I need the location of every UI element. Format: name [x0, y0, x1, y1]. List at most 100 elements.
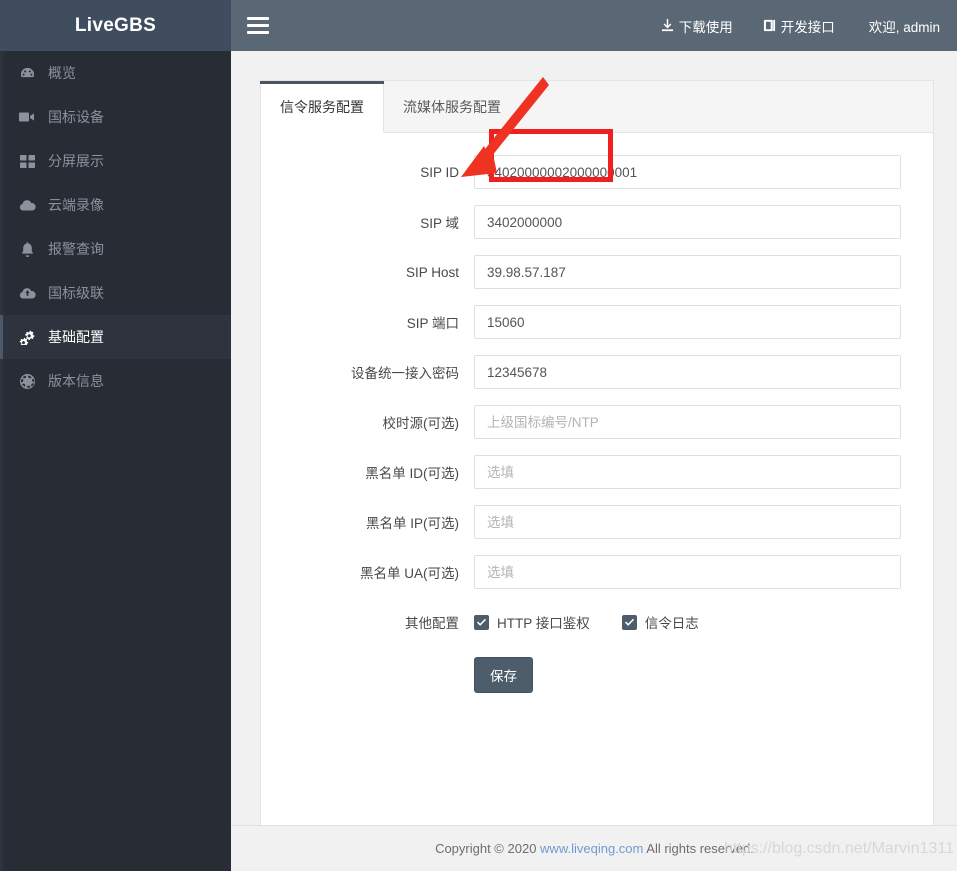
field-label: 黑名单 IP(可选): [366, 516, 459, 531]
field-wrap: [474, 455, 933, 489]
blacklist-id-input[interactable]: [474, 455, 901, 489]
form-row-blacklist-id: 黑名单 ID(可选): [261, 455, 933, 489]
field-wrap: [474, 355, 933, 389]
checkbox-signaling-log[interactable]: 信令日志: [621, 612, 699, 632]
sip-id-input[interactable]: [474, 155, 901, 189]
sidebar-item-label: 分屏展示: [48, 153, 104, 169]
tab-label: 信令服务配置: [280, 98, 364, 115]
sidebar-item-alarm-query[interactable]: 报警查询: [0, 227, 231, 271]
app-root: LiveGBS 概览 国标设备 分屏展示 云端录像 报警查询 国标级联 基础配置…: [0, 0, 957, 871]
field-wrap: [474, 505, 933, 539]
field-label: 设备统一接入密码: [351, 366, 459, 381]
download-icon: [661, 19, 674, 32]
checkbox-group: HTTP 接口鉴权 信令日志: [474, 605, 901, 639]
settings-card: 信令服务配置 流媒体服务配置 SIP ID SIP 域: [260, 80, 934, 825]
checkbox-label: 信令日志: [644, 616, 699, 631]
field-wrap: [474, 305, 933, 339]
blacklist-ip-input[interactable]: [474, 505, 901, 539]
cogs-icon: [16, 329, 38, 345]
brand-logo[interactable]: LiveGBS: [0, 0, 231, 51]
api-docs-link[interactable]: 开发接口: [763, 16, 835, 36]
device-password-input[interactable]: [474, 355, 901, 389]
book-icon: [763, 19, 776, 32]
save-button[interactable]: 保存: [474, 657, 533, 693]
copyright-text: Copyright © 2020 www.liveqing.com All ri…: [435, 841, 754, 856]
form-row-sip-id: SIP ID: [261, 155, 933, 189]
grid-icon: [16, 153, 38, 169]
checkbox-http-auth[interactable]: HTTP 接口鉴权: [474, 612, 590, 632]
field-wrap: [474, 205, 933, 239]
cloud-icon: [16, 197, 38, 213]
form-row-sip-port: SIP 端口: [261, 305, 933, 339]
download-link[interactable]: 下载使用: [661, 16, 733, 36]
field-wrap: [474, 255, 933, 289]
sip-domain-input[interactable]: [474, 205, 901, 239]
tab-signaling-config[interactable]: 信令服务配置: [260, 81, 384, 133]
field-label: SIP Host: [405, 264, 459, 280]
api-docs-link-label: 开发接口: [780, 19, 835, 35]
sidebar-nav: 概览 国标设备 分屏展示 云端录像 报警查询 国标级联 基础配置 版本信息: [0, 51, 231, 403]
tab-media-config[interactable]: 流媒体服务配置: [384, 81, 520, 132]
field-wrap: [474, 555, 933, 589]
sidebar: LiveGBS 概览 国标设备 分屏展示 云端录像 报警查询 国标级联 基础配置…: [0, 0, 231, 871]
form-row-sip-domain: SIP 域: [261, 205, 933, 239]
user-greeting[interactable]: 欢迎, admin: [869, 16, 940, 36]
sidebar-item-overview[interactable]: 概览: [0, 51, 231, 95]
field-label: SIP 端口: [406, 316, 459, 331]
sidebar-item-gb-devices[interactable]: 国标设备: [0, 95, 231, 139]
copyright-suffix: All rights reserved.: [643, 841, 754, 856]
form-row-blacklist-ip: 黑名单 IP(可选): [261, 505, 933, 539]
footer: Copyright © 2020 www.liveqing.com All ri…: [231, 825, 957, 871]
sip-port-input[interactable]: [474, 305, 901, 339]
form-row-device-password: 设备统一接入密码: [261, 355, 933, 389]
sidebar-item-label: 版本信息: [48, 373, 104, 389]
topbar: 下载使用 开发接口 欢迎, admin: [231, 0, 957, 51]
sidebar-item-split-view[interactable]: 分屏展示: [0, 139, 231, 183]
field-wrap: [474, 405, 933, 439]
sidebar-item-label: 基础配置: [48, 329, 104, 345]
copyright-prefix: Copyright © 2020: [435, 841, 541, 856]
cloud-upload-icon: [16, 285, 38, 301]
check-icon: [621, 614, 637, 630]
field-wrap: [474, 155, 933, 189]
check-icon: [474, 614, 489, 630]
field-label: SIP ID: [420, 164, 459, 180]
form-row-blacklist-ua: 黑名单 UA(可选): [261, 555, 933, 589]
sidebar-item-basic-config[interactable]: 基础配置: [0, 315, 231, 359]
sidebar-item-cloud-record[interactable]: 云端录像: [0, 183, 231, 227]
liveqing-link[interactable]: www.liveqing.com: [540, 841, 643, 856]
blacklist-ua-input[interactable]: [474, 555, 901, 589]
sip-host-input[interactable]: [474, 255, 901, 289]
watermark-text: https://blog.csdn.net/Marvin1311: [723, 839, 954, 857]
hamburger-icon[interactable]: [247, 17, 269, 34]
field-label: SIP 域: [420, 216, 459, 231]
form-row-sip-host: SIP Host: [261, 255, 933, 289]
sidebar-item-label: 概览: [48, 65, 76, 81]
form-row-time-source: 校时源(可选): [261, 405, 933, 439]
sidebar-item-label: 国标级联: [48, 285, 104, 301]
bell-icon: [16, 241, 38, 257]
checkbox-label: HTTP 接口鉴权: [497, 616, 590, 631]
video-camera-icon: [16, 109, 38, 125]
field-label: 校时源(可选): [382, 416, 460, 431]
sidebar-item-label: 报警查询: [48, 241, 104, 257]
globe-icon: [16, 373, 38, 389]
sidebar-item-version-info[interactable]: 版本信息: [0, 359, 231, 403]
sidebar-item-gb-cascade[interactable]: 国标级联: [0, 271, 231, 315]
tab-bar: 信令服务配置 流媒体服务配置: [260, 81, 933, 133]
form-row-actions: 保存: [261, 655, 933, 693]
brand-logo-text: LiveGBS: [74, 14, 157, 36]
field-label: 黑名单 UA(可选): [360, 566, 459, 581]
field-wrap: HTTP 接口鉴权 信令日志: [474, 605, 933, 639]
main-area: 下载使用 开发接口 欢迎, admin 信令服务配置 流媒体服务配置 SIP I…: [231, 0, 957, 871]
dashboard-icon: [16, 65, 38, 81]
field-wrap: 保存: [474, 655, 933, 693]
field-label: 黑名单 ID(可选): [365, 466, 459, 481]
signaling-config-form: SIP ID SIP 域 SIP Host: [261, 133, 933, 693]
tab-label: 流媒体服务配置: [403, 98, 501, 115]
form-row-other-config: 其他配置 HTTP 接口鉴权 信令日志: [261, 605, 933, 639]
other-config-label: 其他配置: [405, 616, 459, 631]
time-source-input[interactable]: [474, 405, 901, 439]
content-wrapper: 信令服务配置 流媒体服务配置 SIP ID SIP 域: [231, 51, 957, 825]
sidebar-item-label: 云端录像: [48, 197, 104, 213]
